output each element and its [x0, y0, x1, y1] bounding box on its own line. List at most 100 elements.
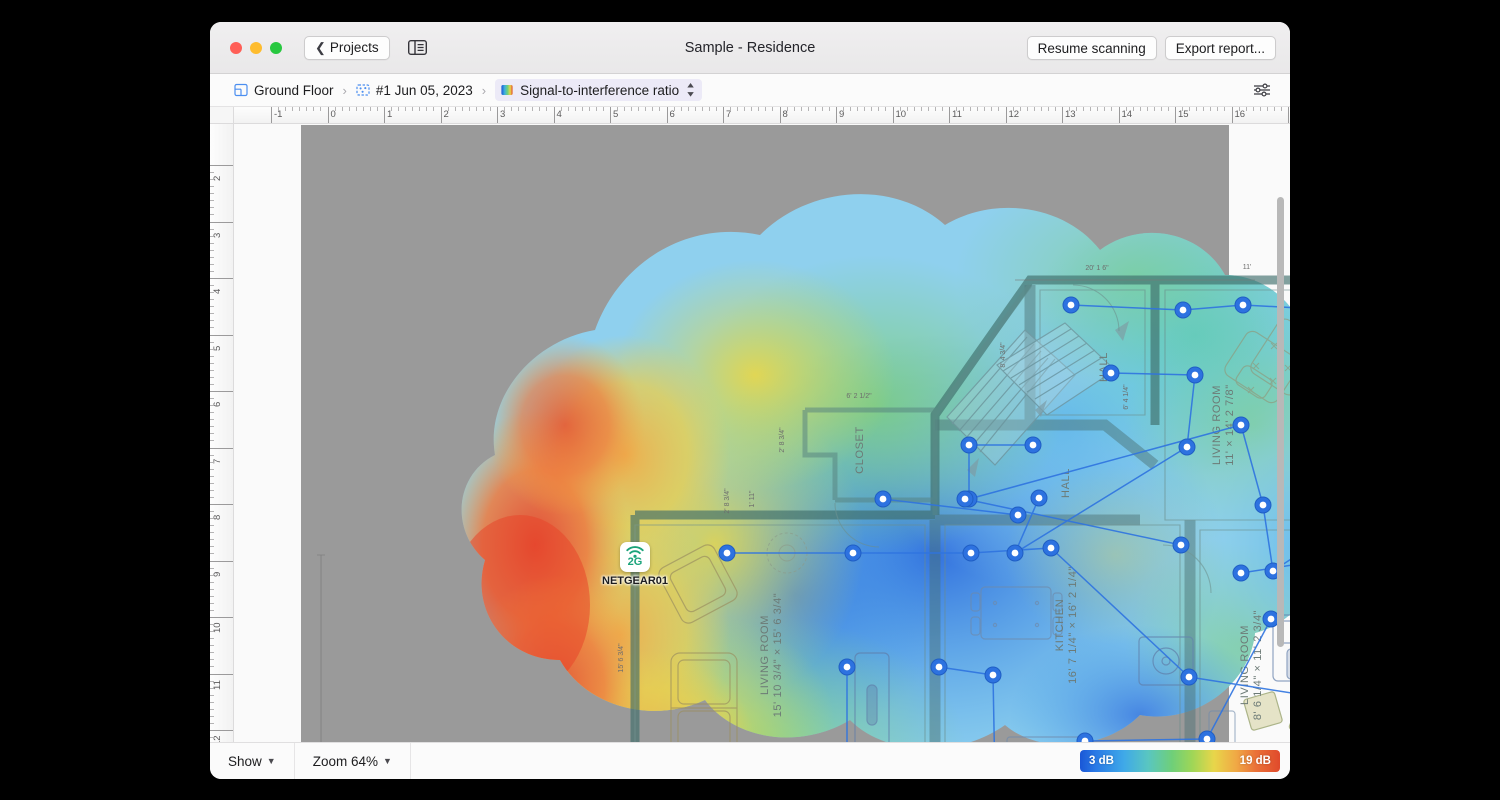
survey-point[interactable]: [930, 658, 948, 676]
ruler-tick: [210, 730, 233, 731]
survey-point[interactable]: [1232, 416, 1250, 434]
ruler-minor-tick: [751, 107, 753, 111]
projects-back-button[interactable]: ❮ Projects: [304, 35, 390, 60]
ruler-minor-tick: [1033, 107, 1035, 111]
ruler-minor-tick: [504, 107, 506, 111]
ruler-minor-tick: [885, 107, 887, 111]
ruler-minor-tick: [991, 107, 993, 111]
ruler-tick: [210, 504, 233, 505]
dimension-label: 20' 1 6": [1085, 265, 1109, 272]
floorplan-icon: [234, 83, 248, 97]
survey-point[interactable]: [1172, 536, 1190, 554]
survey-point[interactable]: [1042, 539, 1060, 557]
survey-point[interactable]: [956, 490, 974, 508]
filters-icon[interactable]: [1252, 81, 1272, 99]
survey-point[interactable]: [1174, 301, 1192, 319]
ruler-minor-tick: [518, 107, 520, 111]
plan-viewport[interactable]: LIVING ROOM 15' 10 3/4" × 15' 6 3/4" KITCH…: [235, 125, 1290, 742]
survey-point[interactable]: [1009, 506, 1027, 524]
survey-point[interactable]: [1178, 438, 1196, 456]
survey-point[interactable]: [960, 436, 978, 454]
survey-point[interactable]: [844, 544, 862, 562]
breadcrumb-item-floor[interactable]: Ground Floor: [234, 83, 334, 98]
breadcrumb-item-visualization[interactable]: Signal-to-interference ratio ▲ ▼: [495, 78, 703, 102]
ruler-minor-tick: [210, 511, 214, 513]
ruler-minor-tick: [934, 107, 936, 111]
survey-point[interactable]: [1024, 436, 1042, 454]
survey-point[interactable]: [1180, 668, 1198, 686]
export-report-button[interactable]: Export report...: [1164, 36, 1276, 60]
ruler-minor-tick: [210, 355, 214, 357]
ruler-tick: [1062, 107, 1063, 123]
survey-point[interactable]: [1254, 496, 1272, 514]
survey-point[interactable]: [984, 666, 1002, 684]
ruler-minor-tick: [210, 638, 214, 640]
zoom-window-button[interactable]: [270, 41, 282, 54]
ruler-minor-tick: [1139, 107, 1141, 111]
ruler-minor-tick: [659, 107, 661, 111]
breadcrumb-visualization-label: Signal-to-interference ratio: [520, 82, 680, 98]
survey-point[interactable]: [1062, 296, 1080, 314]
ruler-minor-tick: [398, 107, 400, 111]
survey-point[interactable]: [874, 490, 892, 508]
bottom-bar: Show ▼ Zoom 64% ▼ 3 dB 19 dB: [210, 742, 1290, 779]
resume-scanning-label: Resume scanning: [1037, 40, 1146, 56]
ruler-minor-tick: [210, 405, 214, 407]
resume-scanning-button[interactable]: Resume scanning: [1026, 36, 1157, 60]
ruler-minor-tick: [645, 107, 647, 111]
ruler-tick: [210, 673, 233, 675]
ruler-tick: [210, 278, 233, 279]
survey-point[interactable]: [1232, 564, 1250, 582]
zoom-menu-button[interactable]: Zoom 64% ▼: [295, 742, 411, 779]
ruler-minor-tick: [970, 107, 972, 111]
screenshot-root: ❮ Projects Sample - Residence Resume sca…: [0, 0, 1500, 800]
chevron-left-icon: ❮: [315, 40, 326, 55]
ruler-minor-tick: [857, 107, 859, 111]
ruler-tick: [210, 391, 233, 392]
survey-point[interactable]: [1198, 730, 1216, 742]
ruler-minor-tick: [708, 107, 710, 111]
ruler-minor-tick: [730, 107, 732, 111]
ruler-tick: [210, 617, 233, 618]
ruler-minor-tick: [285, 107, 287, 111]
show-menu-button[interactable]: Show ▼: [210, 742, 295, 779]
ruler-minor-tick: [765, 107, 767, 111]
ruler-minor-tick: [426, 107, 428, 111]
room-dimensions: 15' 10 3/4" × 15' 6 3/4": [772, 593, 784, 718]
ruler-minor-tick: [210, 624, 214, 626]
title-bar: ❮ Projects Sample - Residence Resume sca…: [210, 22, 1290, 74]
sidebar-toggle-icon[interactable]: [406, 38, 430, 58]
ruler-minor-tick: [210, 362, 214, 364]
dimension-label: 2' 8 3/4": [724, 488, 731, 514]
breadcrumb-item-survey[interactable]: #1 Jun 05, 2023: [356, 83, 473, 98]
survey-point[interactable]: [1234, 296, 1252, 314]
ruler-tick: [553, 107, 555, 123]
ruler-minor-tick: [210, 440, 214, 442]
survey-point[interactable]: [1102, 364, 1120, 382]
survey-point[interactable]: [718, 544, 736, 562]
ruler-tick: [497, 107, 498, 123]
minimize-window-button[interactable]: [250, 41, 262, 54]
chevron-updown-icon[interactable]: ▲ ▼: [685, 81, 696, 100]
ruler-minor-tick: [210, 292, 214, 294]
ruler-minor-tick: [210, 701, 214, 703]
ruler-minor-tick: [210, 553, 214, 555]
ruler-minor-tick: [210, 595, 214, 597]
survey-point[interactable]: [1186, 366, 1204, 384]
survey-point[interactable]: [838, 658, 856, 676]
ruler-minor-tick: [850, 107, 852, 111]
access-point-marker[interactable]: 2G NETGEAR01: [602, 542, 668, 587]
survey-point[interactable]: [962, 544, 980, 562]
ruler-minor-tick: [210, 694, 214, 696]
ruler-minor-tick: [210, 687, 214, 689]
survey-point[interactable]: [1030, 489, 1048, 507]
floorplan-canvas[interactable]: -101234567891011121314151617 23456789101…: [210, 107, 1290, 742]
ruler-minor-tick: [210, 256, 214, 258]
ruler-minor-tick: [292, 107, 294, 111]
access-point-badge[interactable]: 2G: [620, 542, 650, 572]
breadcrumb-separator-1: ›: [342, 82, 347, 98]
survey-point[interactable]: [1006, 544, 1024, 562]
vertical-scrollbar[interactable]: [1277, 197, 1284, 647]
ruler-minor-tick: [210, 602, 214, 604]
close-window-button[interactable]: [230, 41, 242, 54]
